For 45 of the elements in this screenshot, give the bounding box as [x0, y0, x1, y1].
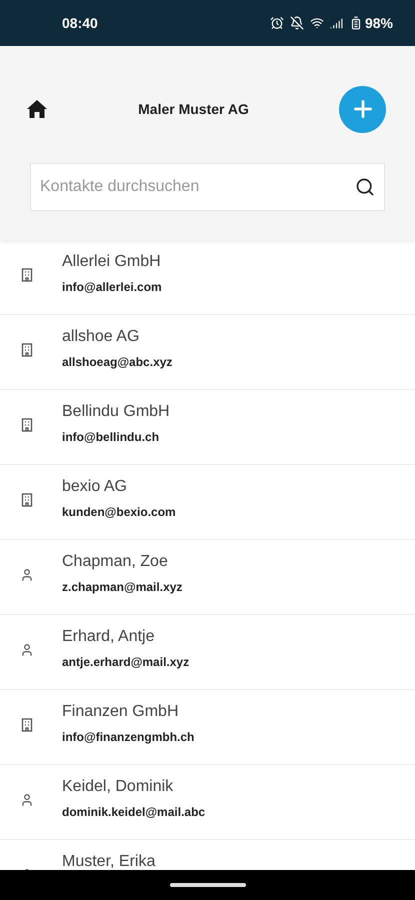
contact-name: allshoe AG	[62, 327, 140, 347]
contact-email: dominik.keidel@mail.abc	[62, 804, 206, 821]
contact-email: z.chapman@mail.xyz	[62, 579, 182, 596]
building-icon	[21, 718, 33, 732]
wifi-icon	[310, 16, 324, 30]
contact-item[interactable]: Erhard, Antje antje.erhard@mail.xyz	[0, 615, 415, 690]
alarm-icon	[270, 16, 284, 30]
contact-item[interactable]: Allerlei GmbH info@allerlei.com	[0, 240, 415, 315]
contact-item[interactable]: Finanzen GmbH info@finanzengmbh.ch	[0, 690, 415, 765]
building-icon	[21, 493, 33, 507]
person-icon	[20, 643, 34, 657]
contact-item[interactable]: Bellindu GmbH info@bellindu.ch	[0, 390, 415, 465]
battery-percent: 98%	[364, 14, 393, 32]
contact-name: Erhard, Antje	[62, 627, 156, 647]
building-icon	[21, 343, 33, 357]
home-handle[interactable]	[170, 883, 246, 887]
contact-item[interactable]: Chapman, Zoe z.chapman@mail.xyz	[0, 540, 415, 615]
status-time: 08:40	[62, 14, 98, 32]
contact-name: Finanzen GmbH	[62, 702, 180, 722]
contact-email: allshoeag@abc.xyz	[62, 354, 172, 371]
building-icon	[21, 418, 33, 432]
search-icon[interactable]	[355, 177, 375, 197]
contact-item[interactable]: allshoe AG allshoeag@abc.xyz	[0, 315, 415, 390]
contact-name: Allerlei GmbH	[62, 252, 162, 272]
contact-name: bexio AG	[62, 477, 128, 497]
contact-name: Chapman, Zoe	[62, 552, 169, 572]
home-icon[interactable]	[26, 99, 48, 119]
person-icon	[20, 793, 34, 807]
bell-off-icon	[290, 16, 304, 30]
contact-name: Bellindu GmbH	[62, 402, 170, 422]
contact-name: Muster, Erika	[62, 852, 156, 870]
header-title: Maler Muster AG	[137, 100, 250, 118]
contact-item[interactable]: bexio AG kunden@bexio.com	[0, 465, 415, 540]
contact-name: Keidel, Dominik	[62, 777, 174, 797]
person-icon	[20, 568, 34, 582]
signal-icon	[330, 16, 343, 30]
search-field[interactable]: Kontakte durchsuchen	[30, 163, 385, 211]
contact-email: antje.erhard@mail.xyz	[62, 654, 190, 671]
building-icon	[21, 268, 33, 282]
contact-item[interactable]: Keidel, Dominik dominik.keidel@mail.abc	[0, 765, 415, 840]
contact-email: info@bellindu.ch	[62, 429, 160, 446]
contact-email: kunden@bexio.com	[62, 504, 176, 521]
contact-email: info@allerlei.com	[62, 279, 162, 296]
add-button[interactable]	[339, 86, 386, 132]
contact-email: info@finanzengmbh.ch	[62, 729, 194, 746]
